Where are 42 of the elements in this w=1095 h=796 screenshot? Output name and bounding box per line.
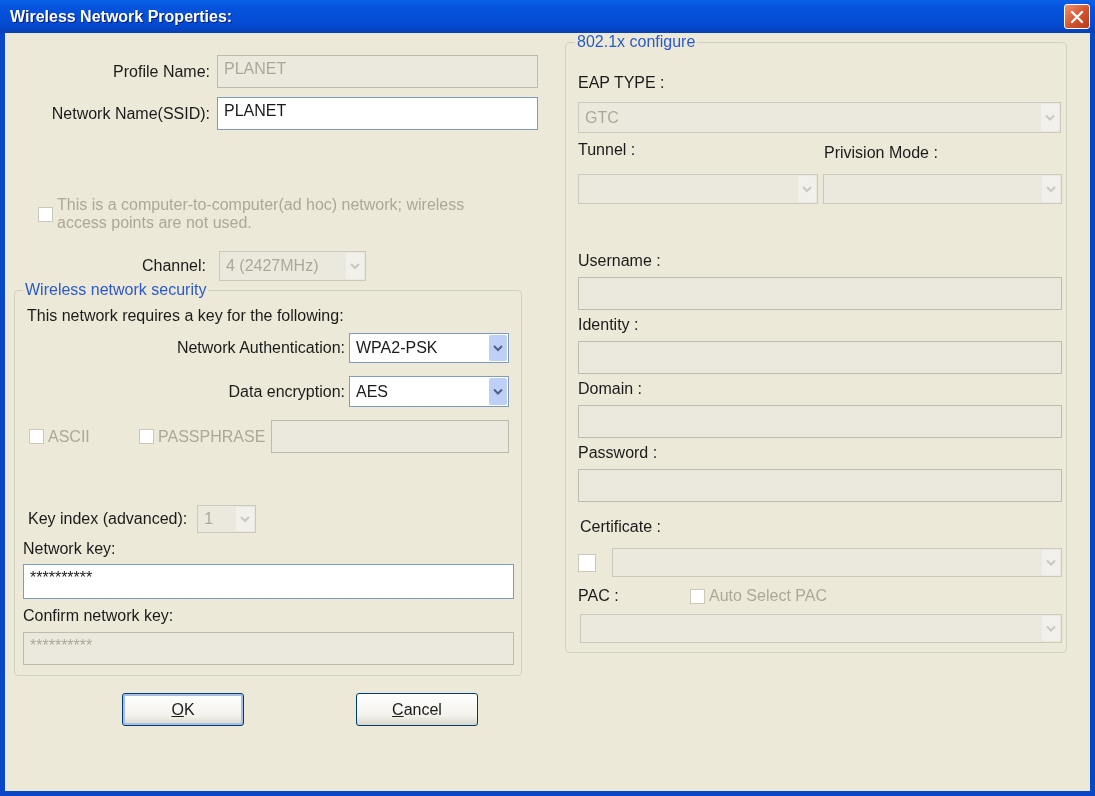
checkbox-label: PASSPHRASE: [158, 427, 266, 446]
field-label: Confirm network key:: [23, 607, 175, 625]
checkbox-label: ASCII: [48, 427, 90, 446]
close-button[interactable]: [1064, 4, 1090, 29]
chevron-down-icon: [1042, 176, 1060, 202]
chevron-down-icon: [489, 335, 507, 361]
input-field[interactable]: **********: [23, 564, 514, 599]
close-icon: [1070, 9, 1084, 24]
cancel-button[interactable]: Cancel: [356, 693, 478, 726]
field-label: Network key:: [23, 540, 117, 558]
field-label: Channel:: [140, 257, 206, 275]
field-label: Domain :: [578, 380, 644, 398]
dropdown[interactable]: WPA2-PSK: [349, 333, 509, 363]
field-label: Key index (advanced):: [28, 510, 188, 528]
chevron-down-icon: [1042, 550, 1060, 575]
group-title: 802.1x configure: [576, 33, 697, 51]
instruction-text: This network requires a key for the following:: [27, 307, 345, 325]
chevron-down-icon: [346, 253, 364, 279]
dropdown[interactable]: AES: [349, 376, 509, 407]
checkbox-label: This is a computer-to-computer(ad hoc) network; wireless access points are not used.: [57, 196, 466, 232]
chevron-down-icon: [797, 176, 816, 202]
field-label: Tunnel :: [578, 141, 637, 159]
field-label: Username :: [578, 252, 662, 270]
checkbox-label: Auto Select PAC: [709, 587, 827, 605]
field-label: Password :: [578, 444, 659, 462]
field-label: Network Authentication:: [175, 339, 345, 357]
group-title: Wireless network security: [24, 281, 208, 299]
input-field[interactable]: PLANET: [217, 97, 538, 130]
chevron-down-icon: [236, 507, 255, 531]
field-label: Identity :: [578, 316, 640, 334]
field-label: Certificate :: [580, 518, 662, 536]
chevron-down-icon: [489, 378, 507, 405]
field-label: PAC :: [578, 587, 620, 605]
chevron-down-icon: [1042, 616, 1060, 641]
field-label: Privision Mode :: [824, 144, 938, 162]
ok-button[interactable]: OK: [122, 693, 244, 726]
field-label: Network Name(SSID):: [50, 104, 210, 123]
chevron-down-icon: [1041, 104, 1059, 131]
field-label: Profile Name:: [112, 62, 210, 81]
field-label: EAP TYPE :: [578, 74, 666, 92]
field-label: Data encryption:: [227, 382, 345, 401]
window-title: Wireless Network Properties:: [10, 7, 233, 26]
